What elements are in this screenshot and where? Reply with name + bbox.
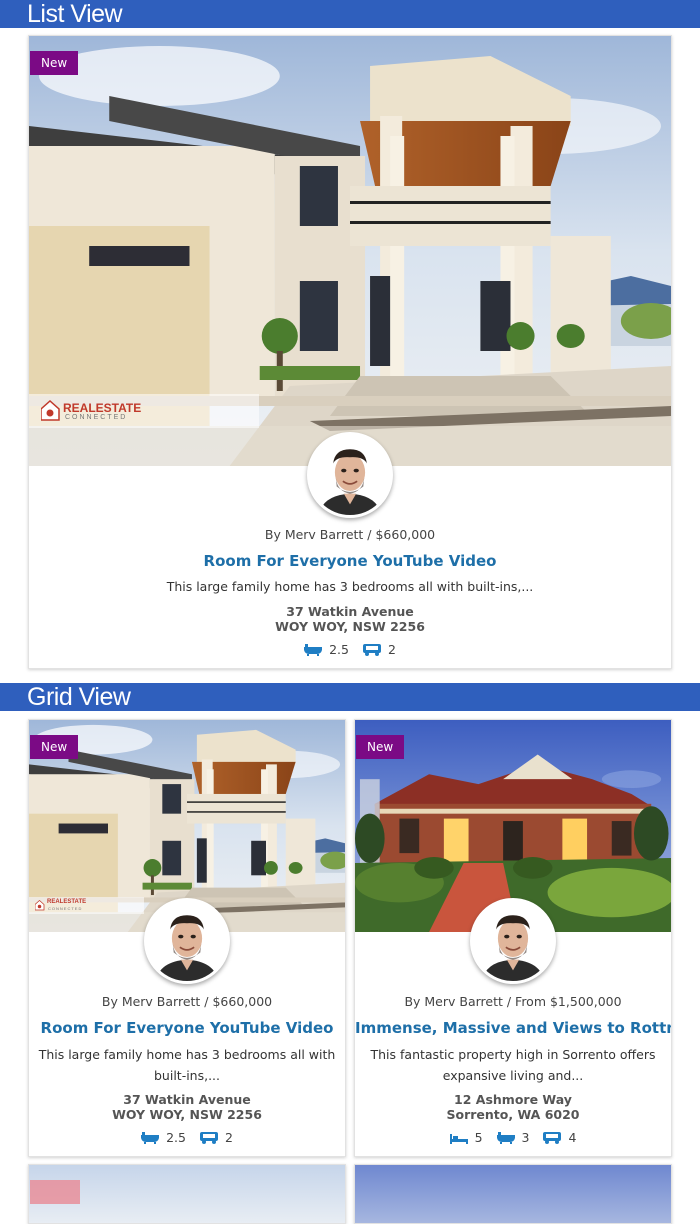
listing-description: This fantastic property high in Sorrento… — [370, 1047, 656, 1083]
grid-view-heading: Grid View — [0, 683, 700, 711]
watermark-logo: REALESTATE CONNECTED — [29, 897, 144, 914]
logo-brand-text: REALESTATE — [63, 401, 142, 415]
address-suburb: WOY WOY, NSW 2256 — [112, 1107, 262, 1122]
listing-features: 5 3 4 — [355, 1130, 671, 1145]
car-count: 4 — [568, 1130, 577, 1145]
bath-icon — [496, 1131, 515, 1144]
agent-price-meta: By Merv Barrett / $660,000 — [264, 527, 436, 542]
listing-features: 2.5 2 — [29, 1130, 345, 1145]
car-icon — [199, 1131, 218, 1144]
grid-listing-card[interactable]: New By Merv Barrett / From $1,500,000 Im… — [354, 719, 672, 1157]
listing-title-link[interactable]: Room For Everyone YouTube Video — [29, 552, 671, 570]
bath-count: 3 — [521, 1130, 530, 1145]
car-icon — [362, 643, 381, 656]
listing-title-link[interactable]: Room For Everyone YouTube Video — [29, 1019, 345, 1037]
address-suburb: Sorrento, WA 6020 — [446, 1107, 580, 1122]
agent-price-meta: By Merv Barrett / $660,000 — [101, 994, 273, 1009]
bath-count: 2.5 — [166, 1130, 186, 1145]
badge-partial — [30, 1180, 80, 1204]
property-photo[interactable]: REALESTATE CONNECTED — [29, 36, 671, 466]
listing-title-link[interactable]: Immense, Massive and Views to Rottnest — [355, 1019, 671, 1037]
bath-icon — [141, 1131, 160, 1144]
house-logo-icon — [35, 900, 45, 911]
bath-icon — [304, 643, 323, 656]
new-badge: New — [30, 51, 79, 75]
grid-listing-card-partial[interactable] — [28, 1164, 346, 1224]
listing-card[interactable]: REALESTATE CONNECTED New By Merv Barrett… — [28, 35, 672, 669]
bed-count: 5 — [474, 1130, 483, 1145]
bath-count: 2.5 — [329, 642, 349, 657]
agent-avatar[interactable] — [144, 898, 230, 984]
car-count: 2 — [224, 1130, 233, 1145]
grid-listing-card[interactable]: REALESTATE CONNECTED New By Merv Barrett… — [28, 719, 346, 1157]
agent-price-meta: By Merv Barrett / From $1,500,000 — [404, 994, 622, 1009]
address-street: 12 Ashmore Way — [454, 1092, 572, 1107]
property-photo[interactable] — [355, 1165, 671, 1223]
bed-icon — [449, 1133, 468, 1144]
address-street: 37 Watkin Avenue — [123, 1092, 251, 1107]
house-logo-icon — [41, 400, 60, 421]
agent-avatar[interactable] — [470, 898, 556, 984]
agent-avatar[interactable] — [307, 432, 393, 518]
listing-features: 2.5 2 — [29, 642, 671, 657]
logo-brand-text: REALESTATE — [47, 899, 87, 905]
list-view-heading: List View — [0, 0, 700, 28]
listing-description: This large family home has 3 bedrooms al… — [38, 1047, 336, 1083]
car-count: 2 — [387, 642, 396, 657]
grid-listing-card-partial[interactable] — [354, 1164, 672, 1224]
new-badge: New — [356, 735, 405, 759]
address-street: 37 Watkin Avenue — [286, 604, 414, 619]
car-icon — [543, 1131, 562, 1144]
listing-description: This large family home has 3 bedrooms al… — [166, 579, 534, 594]
new-badge: New — [30, 735, 79, 759]
address-suburb: WOY WOY, NSW 2256 — [275, 619, 425, 634]
logo-sub-text: CONNECTED — [65, 414, 128, 421]
watermark-logo: REALESTATE CONNECTED — [29, 394, 259, 428]
logo-sub-text: CONNECTED — [48, 906, 83, 911]
